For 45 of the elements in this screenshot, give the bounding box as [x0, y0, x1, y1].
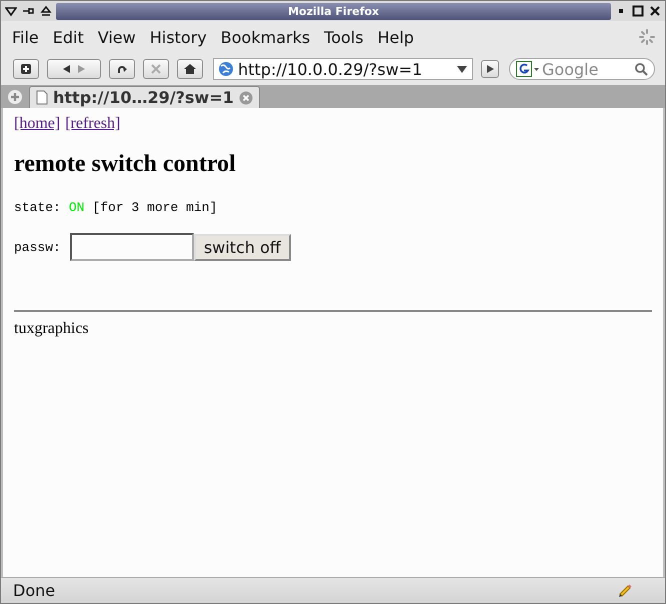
window-menu-icon[interactable]: [5, 5, 17, 17]
stop-icon: [149, 62, 163, 76]
state-value: ON: [68, 200, 84, 215]
menu-item[interactable]: History: [150, 26, 207, 48]
window-title: Mozilla Firefox: [288, 4, 380, 18]
pencil-icon[interactable]: [617, 582, 633, 598]
home-button[interactable]: [177, 59, 203, 79]
page-heading: remote switch control: [14, 151, 237, 178]
state-label: state:: [14, 200, 61, 215]
password-label: passw:: [14, 240, 61, 254]
home-icon: [183, 62, 197, 76]
password-field[interactable]: [70, 233, 194, 261]
menu-item[interactable]: View: [98, 26, 136, 48]
search-field[interactable]: Google: [509, 58, 655, 80]
search-icon[interactable]: [634, 62, 648, 76]
switch-off-button[interactable]: switch off: [194, 234, 291, 260]
close-tab-icon[interactable]: [238, 90, 253, 104]
footer-text: tuxgraphics: [14, 320, 90, 338]
dropdown-icon[interactable]: [456, 64, 468, 74]
back-forward-button[interactable]: [47, 59, 101, 79]
status-text: Done: [13, 581, 56, 600]
maximize-icon[interactable]: [632, 5, 644, 17]
nav-link[interactable]: [refresh]: [65, 115, 120, 133]
globe-icon: [218, 61, 234, 77]
new-tab-icon[interactable]: [7, 88, 23, 104]
reload-button[interactable]: [109, 59, 135, 79]
pin-icon[interactable]: [22, 5, 35, 17]
menu-item[interactable]: Tools: [324, 26, 364, 48]
menu-item[interactable]: Bookmarks: [220, 26, 310, 48]
search-engine-icon[interactable]: [516, 61, 540, 77]
eject-icon[interactable]: [40, 5, 52, 17]
plus-icon: [19, 62, 33, 76]
loading-spinner-icon: [639, 29, 655, 45]
go-button[interactable]: [481, 60, 499, 78]
menu-item[interactable]: Edit: [52, 26, 84, 48]
menu-item[interactable]: File: [12, 26, 39, 48]
new-tab-button[interactable]: [13, 59, 39, 79]
address-field[interactable]: http://10.0.0.29/?sw=1: [213, 58, 473, 80]
nav-link[interactable]: [home]: [14, 115, 60, 133]
state-note: [for 3 more min]: [92, 200, 218, 215]
menu-item[interactable]: Help: [377, 26, 414, 48]
browser-tab[interactable]: http://10…29/?sw=1: [29, 86, 260, 108]
stop-button[interactable]: [143, 59, 169, 79]
page-icon: [36, 90, 48, 105]
close-icon[interactable]: [649, 5, 661, 17]
